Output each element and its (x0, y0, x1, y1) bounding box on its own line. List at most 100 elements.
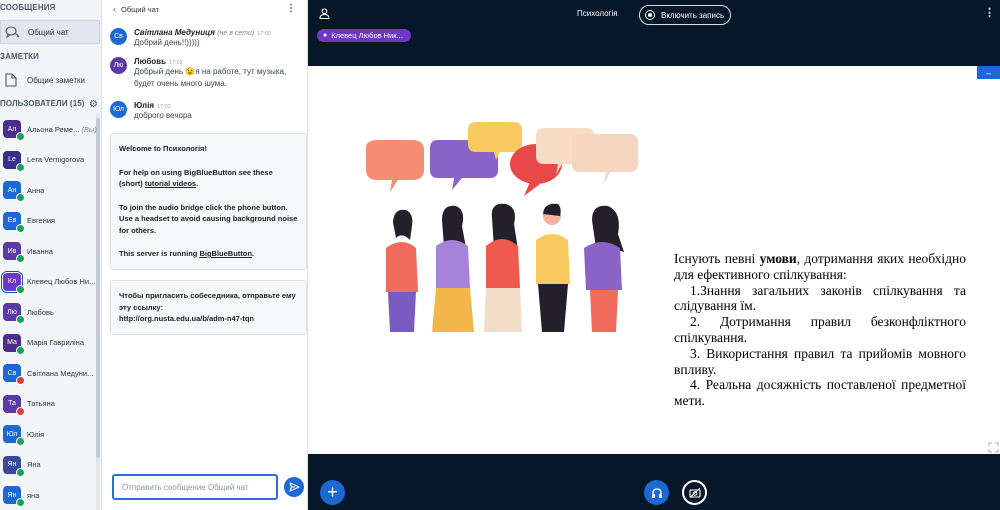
invite-link[interactable]: http://org.nusta.edu.ua/b/adm-n47-tqn (119, 314, 254, 323)
messages-section-title: СООБЩЕНИЯ (0, 3, 56, 12)
slide-item: 4. Реальна досяжність поставленої предме… (674, 377, 966, 409)
plus-icon: + (327, 482, 338, 502)
users-section-title: ПОЛЬЗОВАТЕЛИ (15) (0, 99, 85, 108)
tutorial-videos-link[interactable]: tutorial videos (145, 179, 196, 188)
public-chat-item[interactable]: Общий чат (0, 20, 100, 44)
audio-status-badge (16, 132, 25, 141)
chat-header-title[interactable]: Общий чат (121, 5, 159, 14)
message-text: доброго вечора (134, 111, 192, 120)
camera-off-icon (688, 487, 701, 498)
user-list-item[interactable]: Ив Иванна (0, 236, 100, 266)
user-list-item[interactable]: Юл Юлія (0, 419, 100, 449)
avatar-initials: Ма (7, 339, 17, 346)
user-avatar: Св (3, 364, 25, 385)
slide-text: Існують певні умови, дотримання яких нео… (674, 251, 966, 409)
user-avatar: Ал (3, 120, 25, 141)
avatar-initials: Лю (7, 308, 17, 316)
user-list-item[interactable]: Кл Клевец Любов Ни... (0, 267, 100, 297)
user-name: Татьяна (27, 399, 55, 408)
user-name: Евгения (27, 216, 56, 225)
people-talking-illustration (366, 122, 638, 332)
chat-message-input[interactable] (112, 474, 278, 500)
gear-icon[interactable]: ⚙ (89, 99, 98, 110)
user-avatar: Ян (3, 486, 25, 507)
message-avatar: Лю (110, 57, 127, 74)
slide-intro: Існують певні умови, дотримання яких нео… (674, 251, 966, 283)
welcome-message: Welcome to Психологія! For help on using… (110, 133, 307, 270)
headphones-icon (651, 487, 662, 498)
user-name: Альона Реме... (Вы) (27, 124, 97, 134)
chevron-left-icon[interactable]: ‹ (113, 4, 116, 14)
user-list-item[interactable]: Ян Яна (0, 450, 100, 480)
slide-item: 3. Використання правил та прийомів мовно… (674, 345, 966, 377)
audio-status-badge (16, 315, 25, 324)
minimize-presentation-button[interactable]: – (977, 66, 1000, 79)
user-list-item[interactable]: Та Татьяна (0, 389, 100, 419)
message-author: Юлія 17:02 (134, 101, 171, 110)
talking-indicator[interactable]: ● Клевец Любов Ник... (317, 29, 411, 42)
message-text: Добрий день!!))))) (134, 38, 200, 47)
chat-message: Св Світлана Медуниця (не в сети) 17:00 Добр… (110, 28, 300, 49)
user-list-item[interactable]: Ев Евгения (0, 206, 100, 236)
talker-name: Клевец Любов Ник... (331, 31, 403, 40)
message-text: Добрый день 😉я на работе, тут музыка, бу… (134, 67, 287, 88)
options-menu-icon[interactable]: ⋮ (984, 6, 995, 19)
invite-text: Чтобы пригласить собеседника, отправьте … (119, 291, 296, 312)
avatar-initials: Ив (7, 247, 17, 255)
microphone-icon: ● (323, 32, 328, 39)
offline-status: (не в сети) (217, 30, 255, 37)
invite-message: Чтобы пригласить собеседника, отправьте … (110, 280, 307, 335)
user-name: Юлія (27, 429, 45, 439)
send-message-button[interactable] (284, 477, 304, 497)
help-text-end: . (196, 179, 199, 188)
chat-header: ‹ Общий чат ⋮ (102, 0, 308, 18)
user-list-item[interactable]: Ал Альона Реме... (Вы) (0, 114, 100, 144)
you-suffix: (Вы) (81, 124, 97, 134)
user-avatar: Le (3, 150, 25, 172)
avatar-initials: Та (8, 400, 16, 407)
user-list-item[interactable]: Лю Любовь (0, 297, 100, 327)
actions-plus-button[interactable]: + (320, 480, 345, 505)
audio-status-badge (16, 284, 25, 294)
audio-status-badge (16, 345, 25, 355)
audio-status-badge (16, 223, 25, 233)
message-avatar: Юл (110, 101, 127, 118)
user-list-panel: СООБЩЕНИЯ Общий чат ЗАМЕТКИ Общие заметк… (0, 0, 102, 510)
audio-button[interactable] (644, 480, 669, 505)
avatar-initials: Ян (7, 461, 17, 468)
avatar-initials: Юл (6, 430, 18, 438)
shared-notes-label: Общие заметки (27, 75, 85, 85)
user-name: Иванна (27, 246, 53, 256)
message-author: Світлана Медуниця (не в сети) 17:00 (134, 28, 271, 37)
user-avatar: Ма (3, 333, 25, 355)
presentation-slide: Існують певні умови, дотримання яких нео… (308, 66, 1000, 454)
chat-options-icon[interactable]: ⋮ (286, 3, 296, 14)
audio-status-badge (16, 193, 25, 202)
audio-status-badge (16, 162, 25, 172)
audio-status-badge (16, 437, 25, 446)
start-recording-button[interactable]: Включить запись (639, 5, 731, 25)
server-text-end: . (251, 249, 255, 258)
user-list-item[interactable]: Ан Анна (0, 175, 100, 205)
audio-bridge-text: To join the audio bridge click the phone… (119, 202, 298, 235)
shared-notes-item[interactable]: Общие заметки (0, 68, 100, 92)
chat-message: Лю Любовь 17:02 Добрый день 😉я на работе, т… (110, 57, 300, 90)
user-list-item[interactable]: Ян яна (0, 480, 100, 510)
user-list-item[interactable]: Св Світлана Медуни... (0, 358, 100, 388)
user-list-toggle-icon[interactable] (319, 8, 330, 21)
record-icon (645, 10, 655, 20)
audio-status-badge (16, 406, 25, 416)
presentation-area: Психологія Включить запись ⋮ ● Клевец Лю… (308, 0, 1000, 510)
share-camera-button[interactable] (682, 480, 707, 505)
user-list-item[interactable]: Le Lera Vernigorova (0, 145, 100, 175)
user-list-item[interactable]: Ма Марія Гавриліна (0, 328, 100, 358)
user-name: Світлана Медуни... (27, 368, 94, 378)
user-name: Lera Vernigorova (27, 155, 85, 164)
welcome-prefix: Welcome to (119, 144, 164, 153)
fullscreen-icon[interactable] (986, 440, 1000, 454)
document-icon (3, 72, 19, 88)
record-label: Включить запись (661, 10, 725, 20)
avatar-initials: Le (8, 156, 16, 163)
bigbluebutton-link[interactable]: BigBlueButton (199, 249, 252, 258)
user-name: Анна (27, 185, 45, 195)
